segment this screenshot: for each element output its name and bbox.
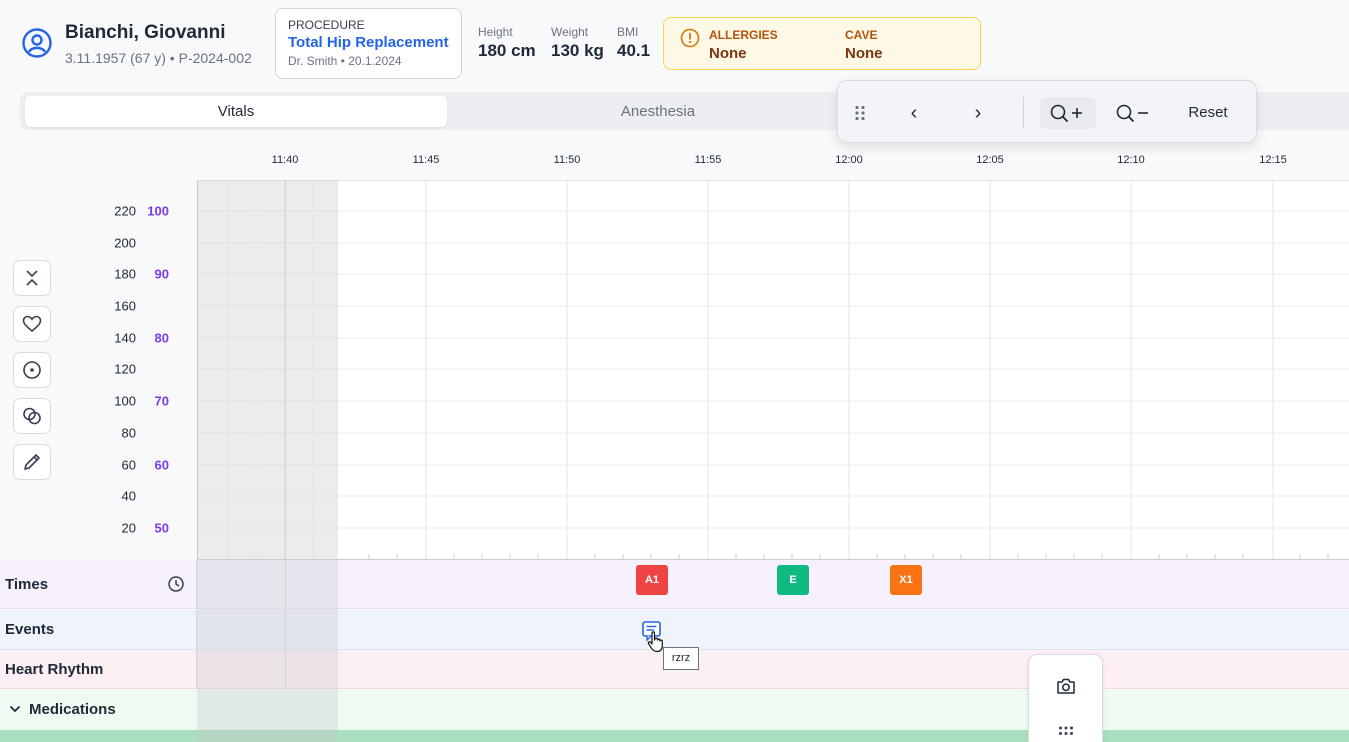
clock-icon[interactable] xyxy=(167,575,185,593)
y-tick: 220 xyxy=(114,203,136,219)
height-value: 180 cm xyxy=(478,41,536,60)
allergies-value: None xyxy=(709,45,747,62)
target-button[interactable] xyxy=(13,352,51,388)
weight-label: Weight xyxy=(551,25,589,39)
y2-tick: 100 xyxy=(147,203,169,219)
bmi-value: 40.1 xyxy=(617,41,651,60)
times-label: Times xyxy=(5,576,49,593)
time-marker-e[interactable]: E xyxy=(777,565,809,595)
heart-icon xyxy=(22,315,42,333)
tab-vitals[interactable]: Vitals xyxy=(25,96,447,127)
collapse-button[interactable] xyxy=(13,260,51,296)
events-row[interactable]: Events xyxy=(0,610,1349,650)
zoom-out-button[interactable] xyxy=(1106,97,1162,129)
y-tick: 200 xyxy=(114,235,136,251)
time-tick: 11:45 xyxy=(412,154,440,166)
height-measure: Height 180 cm xyxy=(478,25,536,61)
time-tick: 11:50 xyxy=(553,154,581,166)
allergies-label: ALLERGIES xyxy=(709,28,778,42)
next-button[interactable]: › xyxy=(964,97,992,129)
cave-value: None xyxy=(845,45,883,62)
y-tick: 60 xyxy=(121,457,136,473)
tab-anesthesia[interactable]: Anesthesia xyxy=(447,96,869,127)
zoom-in-button[interactable] xyxy=(1040,97,1096,129)
times-row[interactable]: Times xyxy=(0,560,1349,609)
toolbar-divider xyxy=(1023,97,1024,129)
collapse-icon xyxy=(26,270,38,286)
height-label: Height xyxy=(478,25,513,39)
y-tick: 20 xyxy=(121,520,136,536)
event-tooltip: rzrz xyxy=(663,647,699,670)
floating-actions xyxy=(1028,654,1103,742)
timeline-toolbar: ‹ › Reset xyxy=(837,80,1257,143)
time-gridline xyxy=(285,180,286,689)
target-icon xyxy=(23,361,41,379)
time-marker-x1[interactable]: X1 xyxy=(890,565,922,595)
time-tick: 12:00 xyxy=(835,154,863,166)
y2-tick: 70 xyxy=(154,393,169,409)
y2-tick: 60 xyxy=(154,457,169,473)
vitals-chart[interactable] xyxy=(197,180,1349,560)
y-tick: 100 xyxy=(114,393,136,409)
time-tick: 11:40 xyxy=(271,154,299,166)
y2-tick: 50 xyxy=(154,520,169,536)
camera-icon[interactable] xyxy=(1056,677,1076,695)
weight-measure: Weight 130 kg xyxy=(551,25,604,61)
drag-handle-icon[interactable] xyxy=(854,105,866,121)
procedure-label: PROCEDURE xyxy=(288,18,365,32)
chevron-down-icon[interactable] xyxy=(9,704,21,714)
medication-group-row[interactable] xyxy=(0,730,1349,742)
bmi-label: BMI xyxy=(617,25,639,39)
y-tick: 160 xyxy=(114,298,136,314)
events-label: Events xyxy=(5,621,55,638)
procedure-name: Total Hip Replacement xyxy=(288,34,449,51)
medications-label: Medications xyxy=(29,701,116,718)
time-tick: 12:05 xyxy=(976,154,1004,166)
y2-tick: 90 xyxy=(154,266,169,282)
medications-row[interactable]: Medications xyxy=(0,690,1349,730)
y2-tick: 80 xyxy=(154,330,169,346)
circles-button[interactable] xyxy=(13,398,51,434)
circles-icon xyxy=(23,407,41,425)
y-tick: 120 xyxy=(114,361,136,377)
time-tick: 11:55 xyxy=(694,154,722,166)
time-marker-a1[interactable]: A1 xyxy=(636,565,668,595)
procedure-card[interactable]: PROCEDURE Total Hip Replacement Dr. Smit… xyxy=(275,8,462,79)
patient-header: Bianchi, Giovanni 3.11.1957 (67 y) • P-2… xyxy=(0,0,1349,88)
allergy-card[interactable]: ALLERGIES None CAVE None xyxy=(663,17,981,70)
grid-dots-icon[interactable] xyxy=(1058,726,1074,736)
bmi-measure: BMI 40.1 xyxy=(617,25,650,61)
patient-meta: 3.11.1957 (67 y) • P-2024-002 xyxy=(65,50,252,66)
heart-rhythm-label: Heart Rhythm xyxy=(5,661,104,678)
y-tick: 180 xyxy=(114,266,136,282)
y-tick: 80 xyxy=(121,425,136,441)
user-circle-icon xyxy=(22,28,52,58)
pencil-button[interactable] xyxy=(13,444,51,480)
y-tick: 40 xyxy=(121,488,136,504)
prev-button[interactable]: ‹ xyxy=(900,97,928,129)
time-tick: 12:15 xyxy=(1259,154,1287,166)
alert-circle-icon xyxy=(680,28,700,48)
reset-button[interactable]: Reset xyxy=(1180,97,1236,129)
pencil-icon xyxy=(24,454,40,470)
y-tick: 140 xyxy=(114,330,136,346)
heart-button[interactable] xyxy=(13,306,51,342)
weight-value: 130 kg xyxy=(551,41,604,60)
patient-name: Bianchi, Giovanni xyxy=(65,22,226,43)
zoom-in-icon xyxy=(1050,104,1082,122)
zoom-out-icon xyxy=(1116,104,1148,122)
time-tick: 12:10 xyxy=(1117,154,1145,166)
cave-label: CAVE xyxy=(845,28,878,42)
chart-grid xyxy=(197,180,1349,560)
procedure-meta: Dr. Smith • 20.1.2024 xyxy=(288,54,402,68)
